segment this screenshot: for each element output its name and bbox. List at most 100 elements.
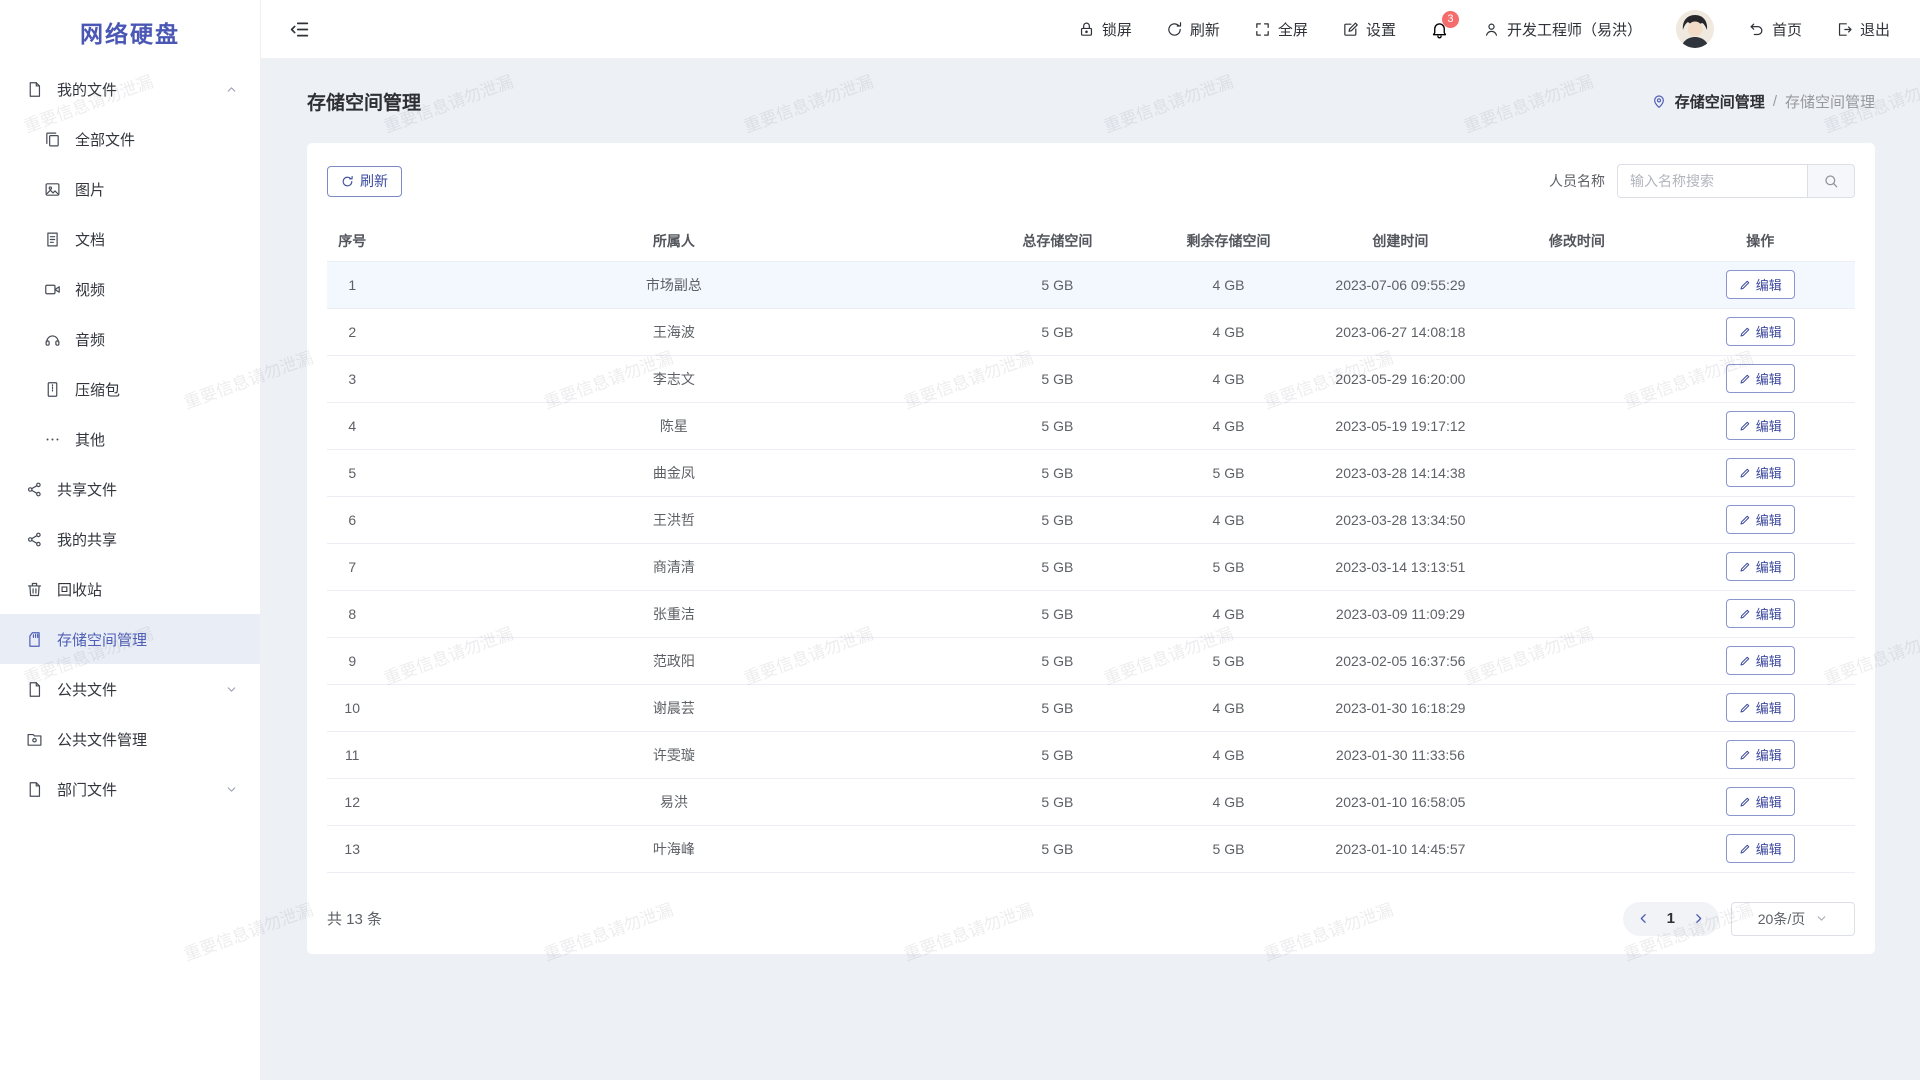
table-row[interactable]: 11 许雯璇 5 GB 4 GB 2023-01-30 11:33:56 编辑 (327, 731, 1855, 778)
cell-total-storage: 5 GB (970, 449, 1144, 496)
table-row[interactable]: 5 曲金凤 5 GB 5 GB 2023-03-28 14:14:38 编辑 (327, 449, 1855, 496)
refresh-icon (1166, 21, 1183, 38)
cell-actions: 编辑 (1666, 449, 1856, 496)
cell-owner: 陈星 (377, 402, 970, 449)
pencil-icon (1739, 514, 1751, 526)
sidebar-item-public-files[interactable]: 公共文件 (0, 664, 260, 714)
settings-button[interactable]: 设置 (1342, 19, 1396, 40)
cell-total-storage: 5 GB (970, 778, 1144, 825)
cell-modified-time (1488, 684, 1665, 731)
cell-owner: 李志文 (377, 355, 970, 402)
avatar[interactable] (1676, 10, 1714, 48)
edit-button[interactable]: 编辑 (1726, 599, 1795, 628)
cell-total-storage: 5 GB (970, 402, 1144, 449)
prev-page-button[interactable] (1630, 902, 1658, 936)
cell-total-storage: 5 GB (970, 637, 1144, 684)
table-refresh-button[interactable]: 刷新 (327, 166, 402, 197)
cell-total-storage: 5 GB (970, 825, 1144, 872)
sidebar-item-storage-management[interactable]: 存储空间管理 (0, 614, 260, 664)
edit-button[interactable]: 编辑 (1726, 411, 1795, 440)
image-icon (44, 181, 61, 198)
cell-created-time: 2023-01-10 14:45:57 (1313, 825, 1489, 872)
cell-owner: 市场副总 (377, 261, 970, 308)
search-button[interactable] (1807, 164, 1855, 198)
table-row[interactable]: 9 范政阳 5 GB 5 GB 2023-02-05 16:37:56 编辑 (327, 637, 1855, 684)
edit-button[interactable]: 编辑 (1726, 458, 1795, 487)
search-input[interactable] (1617, 164, 1807, 198)
sidebar-item-videos[interactable]: 视频 (0, 264, 260, 314)
table-row[interactable]: 8 张重洁 5 GB 4 GB 2023-03-09 11:09:29 编辑 (327, 590, 1855, 637)
pencil-icon (1739, 561, 1751, 573)
notifications-button[interactable]: 3 (1430, 20, 1449, 39)
breadcrumb-current: 存储空间管理 (1785, 91, 1875, 112)
sidebar-item-my-files[interactable]: 我的文件 (0, 64, 260, 114)
page-number[interactable]: 1 (1667, 910, 1675, 927)
edit-button[interactable]: 编辑 (1726, 693, 1795, 722)
pencil-icon (1739, 467, 1751, 479)
zip-icon (44, 381, 61, 398)
sidebar-item-recycle-bin[interactable]: 回收站 (0, 564, 260, 614)
table-row[interactable]: 12 易洪 5 GB 4 GB 2023-01-10 16:58:05 编辑 (327, 778, 1855, 825)
cell-created-time: 2023-06-27 14:08:18 (1313, 308, 1489, 355)
edit-button[interactable]: 编辑 (1726, 646, 1795, 675)
sidebar-item-label: 我的文件 (57, 79, 225, 100)
table-row[interactable]: 3 李志文 5 GB 4 GB 2023-05-29 16:20:00 编辑 (327, 355, 1855, 402)
sidebar-item-documents[interactable]: 文档 (0, 214, 260, 264)
cell-modified-time (1488, 825, 1665, 872)
edit-button[interactable]: 编辑 (1726, 834, 1795, 863)
edit-button[interactable]: 编辑 (1726, 740, 1795, 769)
cell-index: 2 (327, 308, 377, 355)
fullscreen-button[interactable]: 全屏 (1254, 19, 1308, 40)
edit-button[interactable]: 编辑 (1726, 364, 1795, 393)
cell-index: 8 (327, 590, 377, 637)
sidebar-item-label: 公共文件 (57, 679, 225, 700)
cell-actions: 编辑 (1666, 261, 1856, 308)
cell-total-storage: 5 GB (970, 308, 1144, 355)
search-area: 人员名称 (1549, 164, 1855, 198)
home-button[interactable]: 首页 (1748, 19, 1802, 40)
edit-button[interactable]: 编辑 (1726, 552, 1795, 581)
sidebar-item-label: 图片 (75, 179, 238, 200)
pencil-icon (1739, 796, 1751, 808)
sidebar-item-audio[interactable]: 音频 (0, 314, 260, 364)
table-row[interactable]: 4 陈星 5 GB 4 GB 2023-05-19 19:17:12 编辑 (327, 402, 1855, 449)
table-row[interactable]: 2 王海波 5 GB 4 GB 2023-06-27 14:08:18 编辑 (327, 308, 1855, 355)
user-role[interactable]: 开发工程师（易洪） (1483, 19, 1642, 40)
cell-actions: 编辑 (1666, 355, 1856, 402)
table-row[interactable]: 1 市场副总 5 GB 4 GB 2023-07-06 09:55:29 编辑 (327, 261, 1855, 308)
table-row[interactable]: 7 商清清 5 GB 5 GB 2023-03-14 13:13:51 编辑 (327, 543, 1855, 590)
edit-button[interactable]: 编辑 (1726, 505, 1795, 534)
pencil-icon (1739, 326, 1751, 338)
headphones-icon (44, 331, 61, 348)
table-row[interactable]: 10 谢晨芸 5 GB 4 GB 2023-01-30 16:18:29 编辑 (327, 684, 1855, 731)
sidebar-item-shared-files[interactable]: 共享文件 (0, 464, 260, 514)
ellipsis-icon (44, 431, 61, 448)
sidebar-item-my-shares[interactable]: 我的共享 (0, 514, 260, 564)
page-size-select[interactable]: 20条/页 (1731, 902, 1855, 936)
sidebar-item-others[interactable]: 其他 (0, 414, 260, 464)
sidebar-item-archives[interactable]: 压缩包 (0, 364, 260, 414)
cell-owner: 曲金凤 (377, 449, 970, 496)
cell-modified-time (1488, 637, 1665, 684)
cell-modified-time (1488, 261, 1665, 308)
next-page-button[interactable] (1684, 902, 1712, 936)
sidebar-item-public-files-management[interactable]: 公共文件管理 (0, 714, 260, 764)
cell-remaining-storage: 4 GB (1144, 496, 1312, 543)
refresh-page-button[interactable]: 刷新 (1166, 19, 1220, 40)
table-row[interactable]: 13 叶海峰 5 GB 5 GB 2023-01-10 14:45:57 编辑 (327, 825, 1855, 872)
sidebar-item-images[interactable]: 图片 (0, 164, 260, 214)
table-row[interactable]: 6 王洪哲 5 GB 4 GB 2023-03-28 13:34:50 编辑 (327, 496, 1855, 543)
cell-index: 5 (327, 449, 377, 496)
edit-button[interactable]: 编辑 (1726, 787, 1795, 816)
edit-button[interactable]: 编辑 (1726, 317, 1795, 346)
sidebar-item-all-files[interactable]: 全部文件 (0, 114, 260, 164)
breadcrumb-root[interactable]: 存储空间管理 (1675, 91, 1765, 112)
sidebar-item-department-files[interactable]: 部门文件 (0, 764, 260, 814)
lock-icon (1078, 21, 1095, 38)
lock-screen-button[interactable]: 锁屏 (1078, 19, 1132, 40)
logout-button[interactable]: 退出 (1836, 19, 1890, 40)
sidebar-collapse-icon[interactable] (289, 19, 310, 40)
cell-created-time: 2023-03-14 13:13:51 (1313, 543, 1489, 590)
sidebar-item-label: 共享文件 (57, 479, 238, 500)
edit-button[interactable]: 编辑 (1726, 270, 1795, 299)
